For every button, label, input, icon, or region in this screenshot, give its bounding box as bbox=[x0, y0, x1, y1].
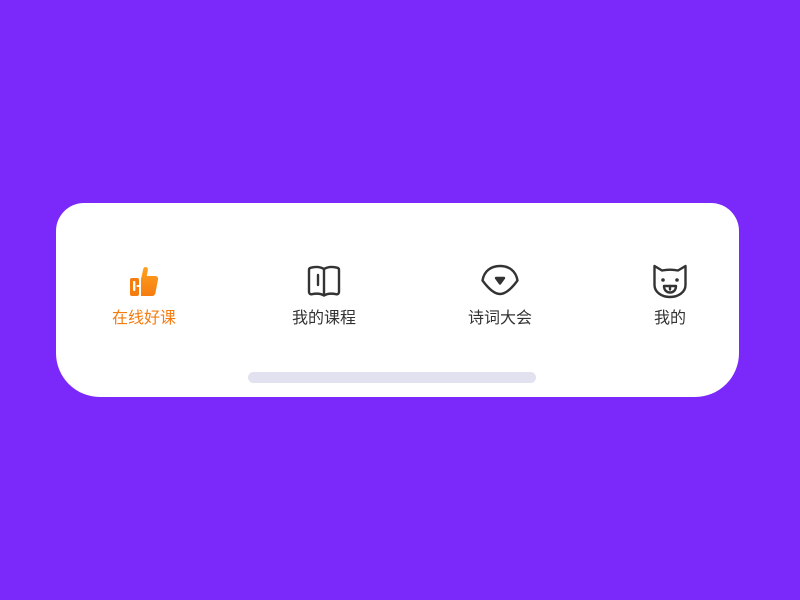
thumbs-up-icon bbox=[130, 267, 159, 296]
tab-label: 在线好课 bbox=[111, 308, 176, 327]
home-indicator[interactable] bbox=[248, 372, 536, 383]
tab-me[interactable]: 我的 bbox=[610, 261, 730, 335]
tab-label: 诗词大会 bbox=[467, 308, 532, 327]
tab-my-courses[interactable]: 我的课程 bbox=[264, 261, 384, 335]
tab-label: 我的课程 bbox=[291, 308, 356, 327]
bottom-tab-bar: 在线好课 我的课程 诗词大会 我的 bbox=[56, 203, 739, 397]
cat-face-icon bbox=[653, 264, 687, 299]
tab-label: 我的 bbox=[653, 308, 686, 327]
tab-online-courses[interactable]: 在线好课 bbox=[84, 261, 204, 335]
tab-poetry-contest[interactable]: 诗词大会 bbox=[440, 261, 560, 335]
dumpling-icon bbox=[481, 264, 519, 296]
book-icon bbox=[307, 265, 341, 297]
